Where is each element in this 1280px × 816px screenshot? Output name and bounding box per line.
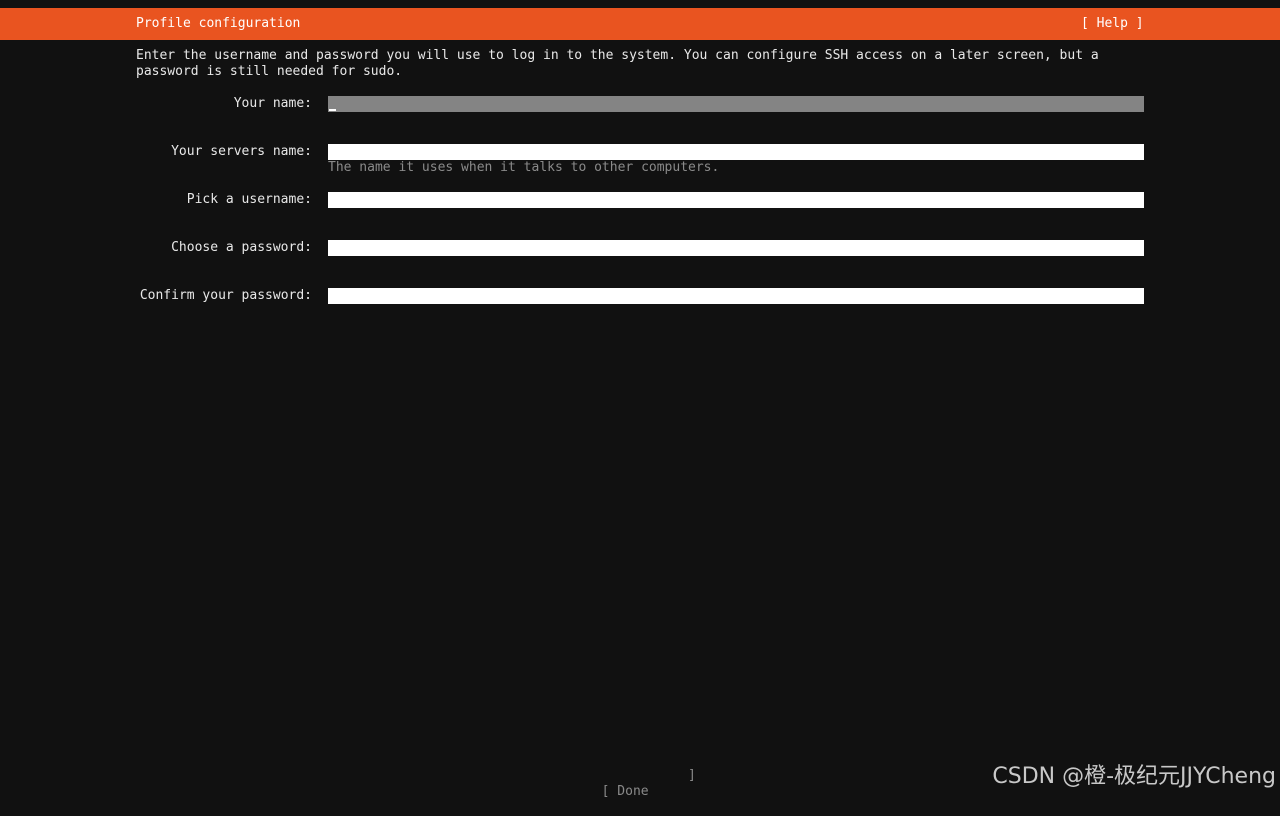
confirm-password-label: Confirm your password: — [139, 288, 312, 303]
server-name-input[interactable] — [328, 144, 1144, 160]
username-input[interactable] — [328, 192, 1144, 208]
password-row: Choose a password: — [0, 240, 1280, 256]
server-name-hint: The name it uses when it talks to other … — [328, 160, 720, 175]
your-name-label: Your name: — [233, 96, 312, 111]
intro-text: Enter the username and password you will… — [136, 48, 1107, 79]
username-row: Pick a username: — [0, 192, 1280, 208]
help-button[interactable]: [ Help ] — [1081, 16, 1144, 32]
server-name-label: Your servers name: — [171, 144, 312, 159]
server-name-row: Your servers name: — [0, 144, 1280, 160]
confirm-password-row: Confirm your password: — [0, 288, 1280, 304]
password-input[interactable] — [328, 240, 1144, 256]
header-bar: Profile configuration [ Help ] — [0, 8, 1280, 40]
your-name-row: Your name: — [0, 96, 1280, 112]
done-button-bracket: ] — [688, 768, 696, 783]
text-cursor — [329, 109, 336, 111]
username-label: Pick a username: — [186, 192, 312, 207]
password-label: Choose a password: — [171, 240, 312, 255]
page-title: Profile configuration — [136, 16, 301, 31]
done-button[interactable]: [ Done ] — [586, 768, 696, 816]
confirm-password-input[interactable] — [328, 288, 1144, 304]
watermark: CSDN @橙-极纪元JJYCheng — [992, 764, 1276, 789]
done-button-label: [ Done — [601, 784, 649, 799]
your-name-input[interactable] — [328, 96, 1144, 112]
